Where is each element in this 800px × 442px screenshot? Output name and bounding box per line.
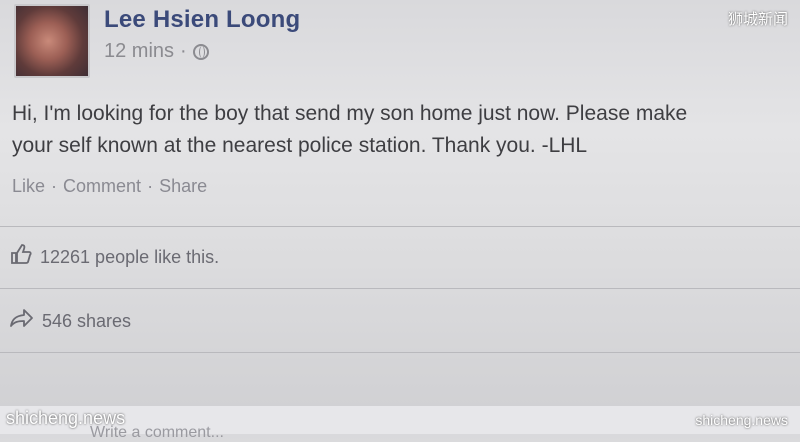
- globe-icon: [192, 43, 209, 60]
- meta-separator: ·: [180, 40, 187, 62]
- post-text-line-1: Hi, I'm looking for the boy that send my…: [12, 102, 688, 125]
- shares-count[interactable]: 546 shares: [42, 311, 131, 332]
- action-separator: ·: [51, 176, 58, 196]
- post-text-line-2: your self known at the nearest police st…: [12, 134, 588, 157]
- likes-row[interactable]: 12261 people like this.: [10, 244, 219, 270]
- avatar[interactable]: [14, 4, 90, 78]
- divider: [0, 226, 800, 227]
- watermark-bottom-right: shicheng.news: [695, 412, 788, 428]
- author-name[interactable]: Lee Hsien Loong: [104, 6, 300, 34]
- like-button[interactable]: Like: [12, 176, 45, 197]
- action-separator: ·: [147, 176, 154, 196]
- watermark-bottom-left: shicheng.news: [6, 408, 126, 428]
- post-actions: Like · Comment · Share: [12, 176, 207, 197]
- likes-count[interactable]: 12261 people like this.: [40, 247, 219, 268]
- share-arrow-icon: [10, 308, 34, 334]
- divider: [0, 288, 800, 289]
- facebook-post-screen: Lee Hsien Loong 12 mins · Hi, I'm lookin…: [0, 0, 800, 441]
- divider: [0, 352, 800, 353]
- watermark-top-right: 狮城新闻: [727, 10, 788, 28]
- post-meta: 12 mins ·: [104, 40, 209, 63]
- shares-row[interactable]: 546 shares: [10, 308, 131, 334]
- post-time[interactable]: 12 mins: [104, 40, 174, 63]
- thumbs-up-icon: [10, 244, 32, 270]
- post-body: Hi, I'm looking for the boy that send my…: [12, 98, 800, 162]
- comment-button[interactable]: Comment: [63, 176, 141, 197]
- share-button[interactable]: Share: [159, 176, 207, 197]
